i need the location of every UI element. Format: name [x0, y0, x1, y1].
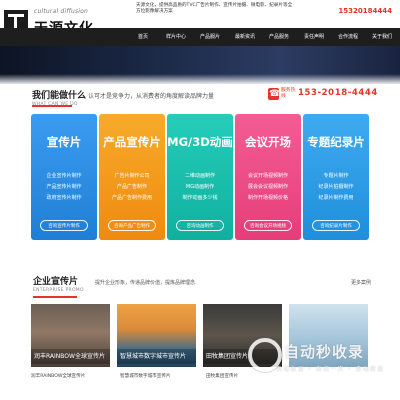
service-cards: 宣传片 企业宣传片制作 产品宣传片制作 政府宣传片制作 咨询宣传片制作 产品宣传… — [31, 114, 371, 240]
nav-item-home[interactable]: 首页 — [127, 28, 159, 46]
card-link[interactable]: 制作动画多少钱 — [167, 193, 233, 204]
nav-item-product-films[interactable]: 产品服片 — [194, 28, 226, 46]
watermark-subtext: 自动收录 • 来访一次 • 自动收录 — [276, 366, 385, 373]
consult-button[interactable]: 咨询宣传片制作 — [40, 220, 88, 231]
phone-icon — [268, 88, 280, 100]
card-title: 宣传片 — [46, 135, 82, 149]
top-bar: cultural diffusion 天源文化 天源文化，提供高品质的TVC广告… — [0, 0, 400, 37]
promo-description: 提升企业形象，传递品牌价值，提炼品牌理念 — [95, 280, 196, 286]
promo-subtitle: ENTERPRISE PROMO — [33, 288, 84, 293]
hotline-label: 服务热线 — [281, 88, 296, 99]
services-description: 认可才是竞争力，从消费者的角度解读品牌力量 — [88, 93, 215, 100]
site-intro: 天源文化，提供高品质的TVC广告片制作、宣传片拍摄、微电影、纪录片等全方位影像解… — [136, 3, 293, 14]
card-link[interactable]: 企业宣传片制作 — [31, 171, 97, 182]
hotline-number: 153-2018-4444 — [298, 88, 378, 98]
card-link[interactable]: 广告片制作公司 — [99, 171, 165, 182]
hero-banner — [0, 46, 400, 84]
services-title: 我们能做什么 — [32, 91, 87, 101]
promo-heading: 企业宣传片 ENTERPRISE PROMO — [33, 274, 84, 293]
nav-item-process[interactable]: 合作流程 — [332, 28, 364, 46]
service-card-animation[interactable]: MG/3D动画 二维动画制作 MG动画制作 制作动画多少钱 咨询动画制作 — [167, 114, 233, 240]
services-title-underline — [32, 105, 72, 107]
card-link[interactable]: 专题片制作 — [303, 171, 369, 182]
logo-english-text: cultural diffusion — [34, 8, 89, 15]
card-link[interactable]: 制作开场视频价格 — [235, 193, 301, 204]
service-card-documentary[interactable]: 专题纪录片 专题片制作 纪录片拍摄制作 纪录片制作费用 咨询纪录片制作 — [303, 114, 369, 240]
nav-item-about[interactable]: 关于我们 — [366, 28, 398, 46]
thumb-subtitle[interactable]: 智慧城市数字城市宣传片 — [120, 373, 199, 379]
nav-item-samples[interactable]: 样片中心 — [160, 28, 192, 46]
card-title: MG/3D动画 — [167, 135, 233, 149]
nav-item-disclaimer[interactable]: 责任声明 — [298, 28, 330, 46]
consult-button[interactable]: 咨询动画制作 — [176, 220, 224, 231]
card-link[interactable]: 政府宣传片制作 — [31, 193, 97, 204]
consult-button[interactable]: 咨询产品广告制作 — [108, 220, 156, 231]
card-link[interactable]: 纪录片制作费用 — [303, 193, 369, 204]
more-cases-link[interactable]: 更多案例 — [351, 279, 371, 286]
card-title: 会议开场 — [245, 135, 291, 149]
card-title: 专题纪录片 — [307, 135, 365, 149]
thumb-subtitle[interactable]: 润丰RAINBOW全球宣传片 — [31, 373, 110, 379]
consult-button[interactable]: 咨询纪录片制作 — [312, 220, 360, 231]
promo-thumb-rainbow[interactable]: 润丰RAINBOW全球宣传片 — [31, 304, 110, 367]
watermark-text: 自动秒收录 — [284, 343, 365, 361]
card-title: 产品宣传片 — [103, 135, 161, 149]
service-card-promo-film[interactable]: 宣传片 企业宣传片制作 产品宣传片制作 政府宣传片制作 咨询宣传片制作 — [31, 114, 97, 240]
card-link[interactable]: 展会会议视频制作 — [235, 182, 301, 193]
card-link[interactable]: 二维动画制作 — [167, 171, 233, 182]
card-link[interactable]: 产品宣传片制作 — [31, 182, 97, 193]
card-link[interactable]: MG动画制作 — [167, 182, 233, 193]
watermark-overlay: 自动秒收录 自动收录 • 来访一次 • 自动收录 — [248, 338, 400, 380]
promo-thumb-smart-city[interactable]: 智慧城市数字城市宣传片 — [117, 304, 196, 367]
consult-button[interactable]: 咨询会议开场视频 — [244, 220, 292, 231]
nav-item-news[interactable]: 最新资讯 — [229, 28, 261, 46]
service-card-product-film[interactable]: 产品宣传片 广告片制作公司 产品广告制作 产品广告制作费用 咨询产品广告制作 — [99, 114, 165, 240]
header-phone[interactable]: 15320184444 — [338, 7, 392, 15]
card-link[interactable]: 纪录片拍摄制作 — [303, 182, 369, 193]
card-link[interactable]: 产品广告制作费用 — [99, 193, 165, 204]
promo-title-underline — [33, 296, 77, 298]
thumb-caption: 润丰RAINBOW全球宣传片 — [31, 349, 110, 364]
nav-item-services[interactable]: 产品服务 — [263, 28, 295, 46]
service-card-conference-opening[interactable]: 会议开场 会议开场视频制作 展会会议视频制作 制作开场视频价格 咨询会议开场视频 — [235, 114, 301, 240]
card-link[interactable]: 会议开场视频制作 — [235, 171, 301, 182]
promo-title: 企业宣传片 — [33, 277, 79, 287]
main-nav: 首页 样片中心 产品服片 最新资讯 产品服务 责任声明 合作流程 关于我们 — [0, 28, 400, 46]
card-link[interactable]: 产品广告制作 — [99, 182, 165, 193]
thumb-caption: 智慧城市数字城市宣传片 — [117, 349, 196, 364]
